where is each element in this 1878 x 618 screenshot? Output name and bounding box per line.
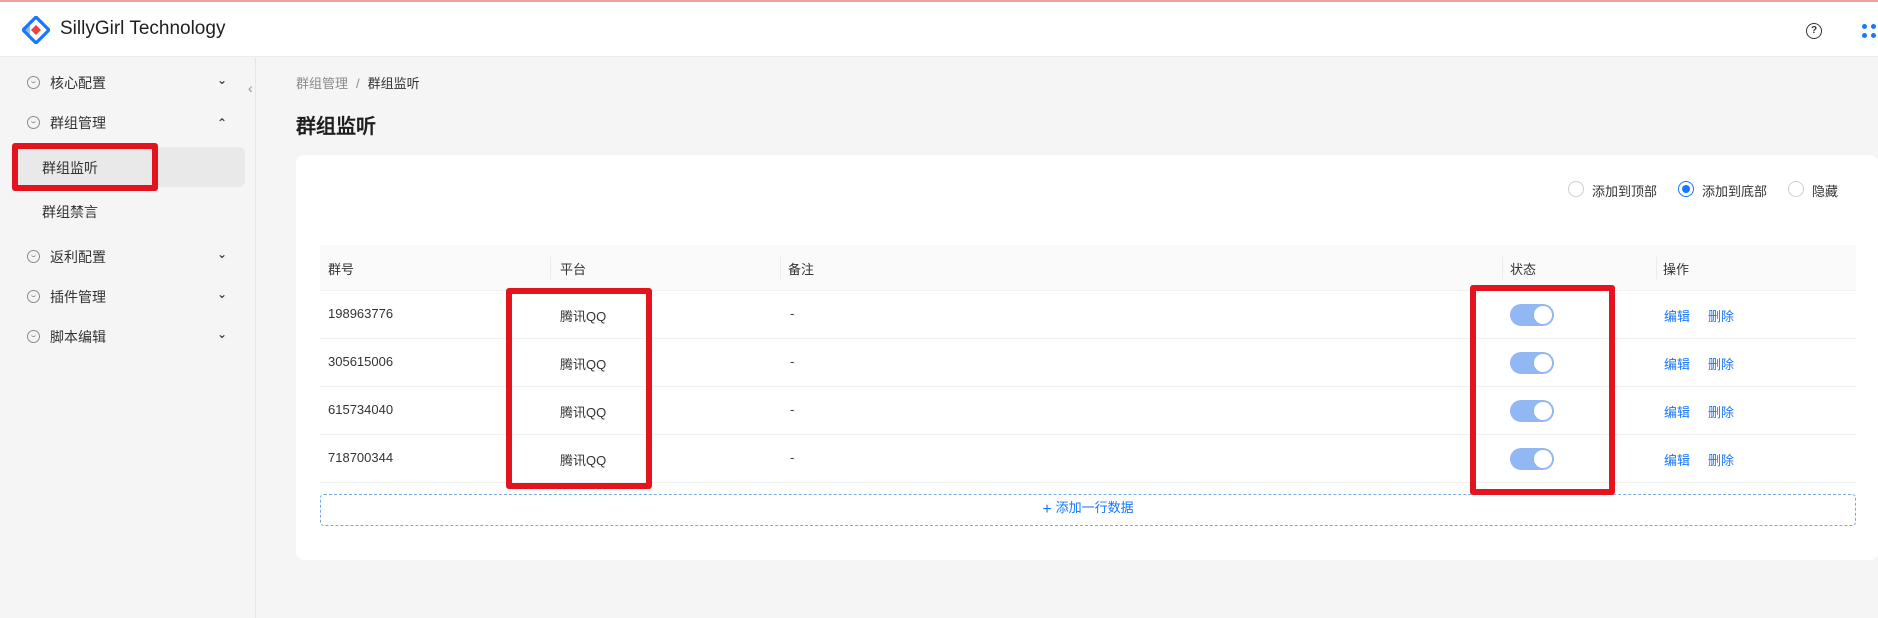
chevron-up-icon: ⌃ xyxy=(217,116,228,130)
sidebar-subitem-group-mute[interactable]: 群组禁言 xyxy=(14,191,245,231)
table-header: 群号 平台 备注 状态 操作 xyxy=(320,245,1856,291)
page-title: 群组监听 xyxy=(296,116,376,138)
column-header-status: 状态 xyxy=(1510,262,1537,277)
delete-link[interactable]: 删除 xyxy=(1708,402,1734,421)
sidebar-item-core-config[interactable]: 核心配置 ⌄ xyxy=(0,62,256,102)
smile-icon xyxy=(27,330,40,343)
sidebar-item-group-management[interactable]: 群组管理 ⌃ xyxy=(0,102,256,142)
cell-note: - xyxy=(790,354,795,369)
delete-link[interactable]: 删除 xyxy=(1708,306,1734,325)
cell-group-id: 718700344 xyxy=(328,450,394,465)
smile-icon xyxy=(27,116,40,129)
sidebar-item-label: 脚本编辑 xyxy=(50,329,106,345)
app-title: SillyGirl Technology xyxy=(60,18,226,39)
smile-icon xyxy=(27,290,40,303)
sidebar-item-plugin-management[interactable]: 插件管理 ⌄ xyxy=(0,276,256,316)
cell-note: - xyxy=(790,306,795,321)
add-row-button[interactable]: + 添加一行数据 xyxy=(320,494,1856,526)
radio-label: 添加到顶部 xyxy=(1592,184,1658,199)
column-divider xyxy=(1502,257,1503,279)
chevron-down-icon: ⌄ xyxy=(217,247,228,261)
column-divider xyxy=(1656,257,1657,279)
cell-note: - xyxy=(790,402,795,417)
sidebar-item-label: 群组管理 xyxy=(50,115,106,131)
sidebar-item-rebate-config[interactable]: 返利配置 ⌄ xyxy=(0,236,256,276)
highlight-box-menu xyxy=(12,143,158,191)
column-header-note: 备注 xyxy=(788,262,815,277)
highlight-box-platform xyxy=(506,288,652,489)
chevron-down-icon: ⌄ xyxy=(217,73,228,87)
breadcrumb-parent[interactable]: 群组管理 xyxy=(296,76,348,91)
sidebar-item-label: 返利配置 xyxy=(50,249,106,265)
add-row-label: 添加一行数据 xyxy=(1055,500,1134,515)
app-header: SillyGirl Technology ? xyxy=(0,2,1878,57)
highlight-box-status xyxy=(1470,285,1615,495)
breadcrumb-current: 群组监听 xyxy=(367,76,420,91)
breadcrumb-separator: / xyxy=(356,76,360,91)
delete-link[interactable]: 删除 xyxy=(1708,354,1734,373)
apps-grid-icon[interactable] xyxy=(1862,24,1878,40)
column-header-platform: 平台 xyxy=(560,262,587,277)
radio-dot xyxy=(1788,181,1804,197)
cell-group-id: 305615006 xyxy=(328,354,394,369)
column-header-group-id: 群号 xyxy=(328,262,355,277)
breadcrumb: 群组管理 / 群组监听 xyxy=(296,73,420,92)
sidebar: 核心配置 ⌄ 群组管理 ⌃ 群组监听 群组禁言 返利配置 ⌄ 插件管理 ⌄ 脚本… xyxy=(0,58,256,618)
delete-link[interactable]: 删除 xyxy=(1708,450,1734,469)
plus-icon: + xyxy=(1042,501,1052,518)
sidebar-item-script-editor[interactable]: 脚本编辑 ⌄ xyxy=(0,316,256,356)
column-divider xyxy=(550,257,551,279)
chevron-down-icon: ⌄ xyxy=(217,327,228,341)
logo-icon xyxy=(22,16,50,44)
edit-link[interactable]: 编辑 xyxy=(1664,402,1690,421)
column-divider xyxy=(780,257,781,279)
chevron-down-icon: ⌄ xyxy=(217,287,228,301)
radio-label: 添加到底部 xyxy=(1702,184,1768,199)
question-circle-icon[interactable]: ? xyxy=(1806,23,1822,39)
radio-dot xyxy=(1678,181,1694,197)
cell-note: - xyxy=(790,450,795,465)
radio-label: 隐藏 xyxy=(1812,184,1839,199)
edit-link[interactable]: 编辑 xyxy=(1664,306,1690,325)
collapse-sidebar-icon[interactable]: ‹ xyxy=(248,80,262,96)
sidebar-subitem-label: 群组禁言 xyxy=(42,204,98,220)
smile-icon xyxy=(27,76,40,89)
cell-group-id: 198963776 xyxy=(328,306,394,321)
edit-link[interactable]: 编辑 xyxy=(1664,450,1690,469)
cell-group-id: 615734040 xyxy=(328,402,394,417)
column-header-actions: 操作 xyxy=(1663,262,1690,277)
sidebar-item-label: 插件管理 xyxy=(50,289,106,305)
sidebar-item-label: 核心配置 xyxy=(50,75,106,91)
smile-icon xyxy=(27,250,40,263)
edit-link[interactable]: 编辑 xyxy=(1664,354,1690,373)
radio-dot xyxy=(1568,181,1584,197)
